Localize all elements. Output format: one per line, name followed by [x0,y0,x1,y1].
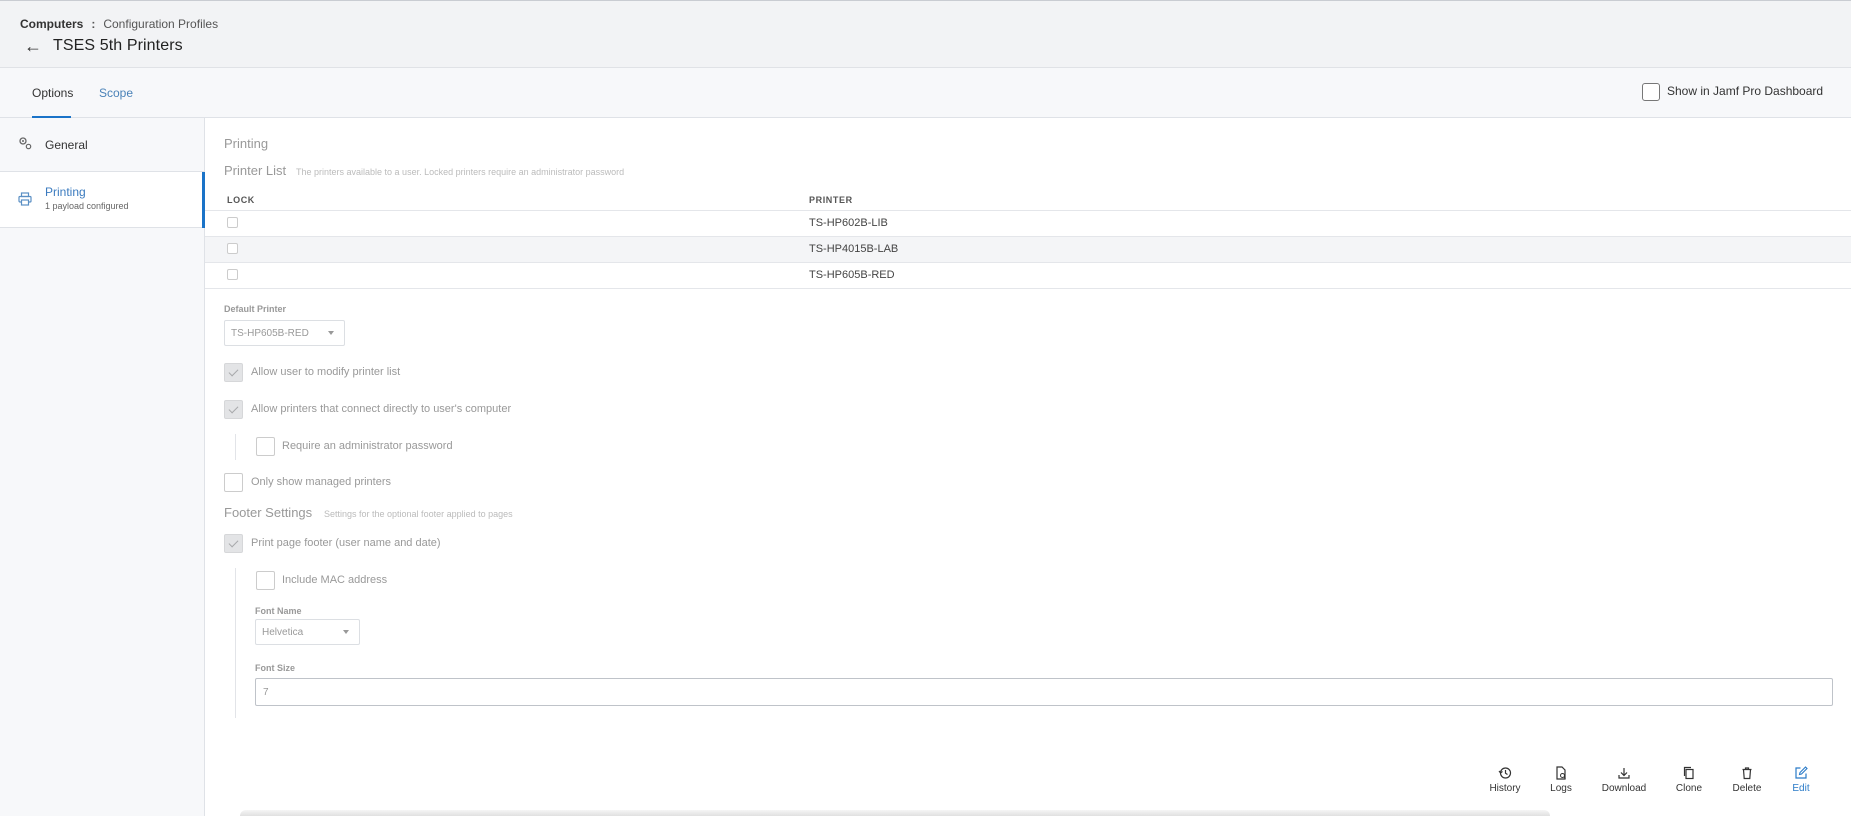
history-button[interactable]: History [1480,766,1530,794]
font-size-input[interactable]: 7 [255,678,1833,706]
allow-direct-printers-label: Allow printers that connect directly to … [251,403,512,415]
clone-icon [1683,766,1694,780]
allow-direct-printers-checkbox[interactable] [224,400,243,419]
printer-name: TS-HP602B-LIB [809,217,888,229]
lock-checkbox[interactable] [227,243,238,254]
edit-button[interactable]: Edit [1776,766,1826,794]
breadcrumb-separator: : [91,17,96,31]
clone-label: Clone [1675,783,1703,794]
footer-settings-title: Footer Settings [224,505,313,520]
only-managed-printers-checkbox[interactable] [224,473,243,492]
lock-checkbox[interactable] [227,269,238,280]
delete-button[interactable]: Delete [1722,766,1772,794]
show-in-dashboard-label: Show in Jamf Pro Dashboard [1667,84,1824,98]
payload-content: Printing Printer List The printers avail… [205,118,1851,816]
printer-table-header: LOCK PRINTER [205,188,1851,211]
nesting-guide [235,568,236,718]
sidebar-item-general[interactable]: General [0,118,205,172]
print-page-footer-label: Print page footer (user name and date) [251,537,441,549]
printer-name: TS-HP605B-RED [809,269,895,281]
chevron-down-icon [343,630,349,634]
column-header-printer: PRINTER [809,195,853,205]
logs-icon [1556,766,1566,780]
download-icon [1618,768,1630,779]
section-title-printing: Printing [224,136,269,151]
default-printer-label: Default Printer [224,304,287,314]
sidebar-item-sublabel: 1 payload configured [45,201,129,211]
include-mac-address-label: Include MAC address [282,574,388,586]
page-title: TSES 5th Printers [53,37,183,54]
print-page-footer-checkbox[interactable] [224,534,243,553]
back-arrow-icon[interactable]: ← [24,37,42,55]
history-label: History [1489,783,1521,794]
require-admin-password-checkbox[interactable] [256,437,275,456]
history-icon [1498,767,1512,779]
font-name-select[interactable]: Helvetica [255,619,360,645]
trash-icon [1742,767,1752,780]
printer-list-description: The printers available to a user. Locked… [296,167,625,177]
breadcrumb-computers[interactable]: Computers [20,17,83,31]
breadcrumb-configuration-profiles[interactable]: Configuration Profiles [103,17,218,31]
breadcrumb: Computers : Configuration Profiles [20,17,218,31]
payload-sidebar: General Printing 1 payload configured [0,118,205,816]
font-name-label: Font Name [255,606,302,616]
clone-button[interactable]: Clone [1664,766,1714,794]
table-row: TS-HP605B-RED [205,263,1851,289]
download-label: Download [1601,783,1647,794]
include-mac-address-checkbox[interactable] [256,571,275,590]
font-size-value: 7 [263,687,269,698]
allow-modify-printer-list-checkbox[interactable] [224,363,243,382]
allow-modify-printer-list-label: Allow user to modify printer list [251,366,401,378]
column-header-lock: LOCK [227,195,255,205]
printer-name: TS-HP4015B-LAB [809,243,899,255]
edit-label: Edit [1792,783,1810,794]
default-printer-select[interactable]: TS-HP605B-RED [224,320,345,346]
font-size-label: Font Size [255,663,295,673]
printer-icon [18,192,32,206]
delete-label: Delete [1732,783,1762,794]
logs-label: Logs [1550,783,1572,794]
sidebar-item-label: General [45,138,88,152]
gear-icon [18,136,32,150]
footer-settings-description: Settings for the optional footer applied… [324,509,513,519]
require-admin-password-label: Require an administrator password [282,440,453,452]
nesting-guide [235,434,236,460]
tab-bar: Options Scope [0,68,1851,118]
table-row: TS-HP602B-LIB [205,211,1851,237]
tab-scope[interactable]: Scope [99,86,133,100]
download-button[interactable]: Download [1599,766,1649,794]
font-name-value: Helvetica [262,627,304,638]
edit-icon [1795,766,1808,779]
printer-list-title: Printer List [224,163,287,178]
sidebar-item-printing[interactable]: Printing 1 payload configured [0,172,205,228]
chevron-down-icon [328,331,334,335]
only-managed-printers-label: Only show managed printers [251,476,392,488]
logs-button[interactable]: Logs [1536,766,1586,794]
show-in-dashboard-checkbox[interactable] [1642,83,1660,101]
sidebar-item-label: Printing [45,185,86,199]
lock-checkbox[interactable] [227,217,238,228]
tab-options[interactable]: Options [32,86,73,100]
table-row: TS-HP4015B-LAB [205,237,1851,263]
page-header: Computers : Configuration Profiles ← TSE… [0,0,1851,68]
scroll-shadow [240,810,1550,816]
default-printer-value: TS-HP605B-RED [231,328,309,339]
